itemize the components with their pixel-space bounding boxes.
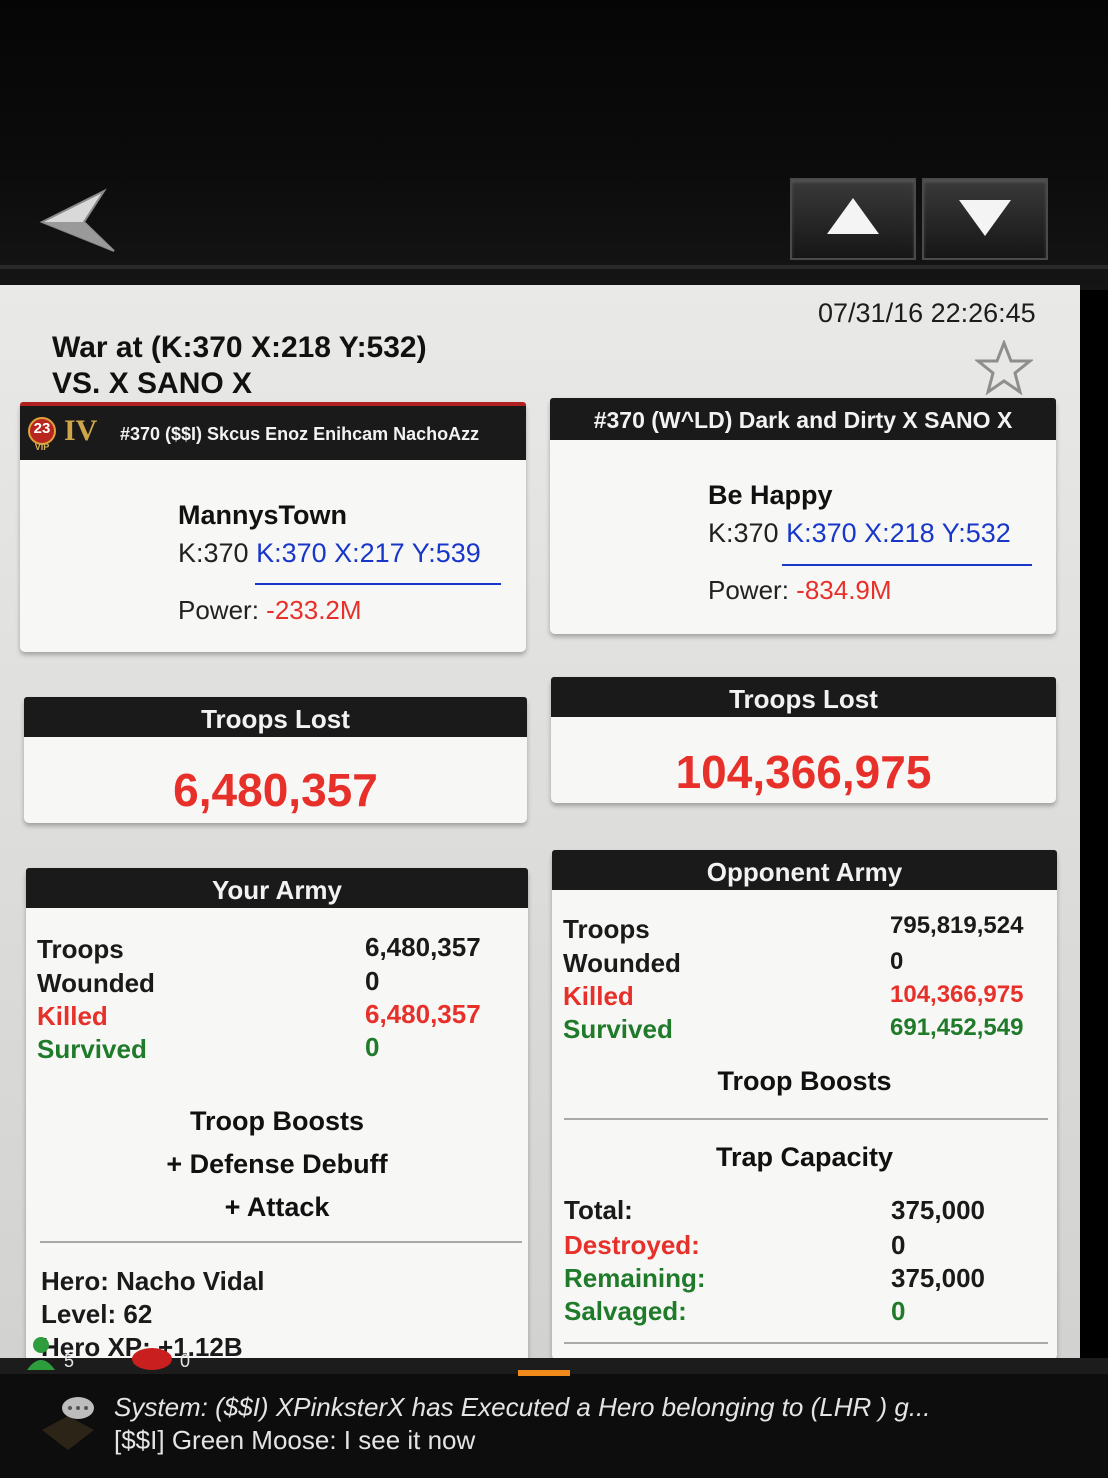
your-army-row-label: Troops <box>37 934 124 964</box>
war-opponent: VS. X SANO X <box>52 367 253 400</box>
opponent-army-header: Opponent Army <box>552 850 1057 890</box>
opponent-army-row-label: Survived <box>563 1014 673 1044</box>
opponent-troops-lost-card: Troops Lost 104,366,975 <box>551 677 1056 803</box>
vip-level: 23 <box>33 420 51 437</box>
your-army-row-label: Survived <box>37 1034 147 1064</box>
trap-row-label: Remaining: <box>564 1263 706 1293</box>
player-power-label: Power: <box>178 595 259 625</box>
opponent-army-row-value: 104,366,975 <box>890 981 1024 1008</box>
player-kingdom: K:370 <box>178 538 249 568</box>
trap-row-label: Destroyed: <box>564 1230 700 1260</box>
opponent-power-value: -834.9M <box>796 575 892 605</box>
chat-message-system: System: ($$I) XPinksterX has Executed a … <box>114 1392 931 1422</box>
opponent-army-boosts-title: Troop Boosts <box>717 1066 892 1096</box>
trap-row-value: 375,000 <box>891 1195 985 1225</box>
hero-name: Hero: Nacho Vidal <box>41 1266 265 1296</box>
next-report-button[interactable] <box>922 178 1048 260</box>
divider <box>0 265 1108 269</box>
back-button[interactable] <box>38 185 118 255</box>
trap-row-label: Salvaged: <box>564 1296 687 1326</box>
boost-item: + Attack <box>224 1192 330 1222</box>
rank-badge: IV <box>64 414 98 447</box>
player-coords-underline <box>255 583 501 585</box>
opponent-coords-line: K:370 K:370 X:218 Y:532 <box>708 518 1011 549</box>
your-army-row-value: 6,480,357 <box>365 999 481 1029</box>
player-city: MannysTown <box>178 500 348 530</box>
player-troops-lost-label: Troops Lost <box>201 704 350 734</box>
opponent-army-row-value: 0 <box>890 948 904 975</box>
chat-message: [$$I] Green Moose: I see it now <box>114 1425 476 1455</box>
opponent-army-title: Opponent Army <box>706 857 903 887</box>
your-army-row-value: 0 <box>365 966 380 996</box>
player-coords-line: K:370 K:370 X:217 Y:539 <box>178 538 481 569</box>
divider <box>40 1241 522 1243</box>
trap-row-value: 375,000 <box>891 1263 985 1293</box>
vip-badge-icon: 23 VIP <box>27 416 57 452</box>
player-header: 23 VIP IV #370 ($$I) Skcus Enoz Enihcam … <box>20 402 526 460</box>
player-troops-lost-header: Troops Lost <box>24 697 527 737</box>
star-icon <box>973 338 1035 396</box>
opponent-coords-underline <box>782 564 1032 566</box>
divider <box>564 1118 1048 1120</box>
your-army-header: Your Army <box>26 868 528 908</box>
green-status-icon <box>26 1336 56 1372</box>
opponent-power: Power: -834.9M <box>708 575 892 606</box>
boost-item: + Defense Debuff <box>166 1149 388 1179</box>
opponent-name: #370 (W^LD) Dark and Dirty X SANO X <box>593 407 1013 433</box>
hero-level: Level: 62 <box>41 1299 153 1329</box>
your-army-row-value: 6,480,357 <box>365 932 481 962</box>
red-count: 0 <box>180 1351 191 1371</box>
divider <box>564 1342 1048 1344</box>
opponent-army-row-value: 691,452,549 <box>890 1014 1024 1041</box>
player-power-value: -233.2M <box>266 595 362 625</box>
opponent-army-row-value: 795,819,524 <box>890 912 1024 939</box>
opponent-power-label: Power: <box>708 575 789 605</box>
vip-label: VIP <box>34 442 50 452</box>
your-army-row-label: Wounded <box>37 968 155 998</box>
your-army-boosts-title: Troop Boosts <box>190 1106 364 1136</box>
your-army-row-value: 0 <box>365 1032 380 1062</box>
trap-row-value: 0 <box>891 1230 906 1260</box>
player-name: #370 ($$I) Skcus Enoz Enihcam NachoAzz <box>120 424 480 444</box>
back-arrow-icon <box>39 188 115 252</box>
green-count: 5 <box>64 1351 75 1371</box>
up-arrow-icon <box>827 198 879 234</box>
your-army-row-label: Killed <box>37 1001 108 1031</box>
favorite-star-button[interactable] <box>973 338 1035 401</box>
opponent-army-row-label: Troops <box>563 914 650 944</box>
opponent-army-row-label: Wounded <box>563 948 681 978</box>
your-army-title: Your Army <box>211 875 343 905</box>
opponent-info-card: #370 (W^LD) Dark and Dirty X SANO X Be H… <box>550 398 1056 634</box>
opponent-army-row-label: Killed <box>563 981 634 1011</box>
down-arrow-icon <box>959 200 1011 236</box>
report-title: War at (K:370 X:218 Y:532) VS. X SANO X <box>52 330 427 402</box>
your-army-card: Your Army Troops 6,480,357 Wounded 0 Kil… <box>26 868 528 1368</box>
player-info-card: 23 VIP IV #370 ($$I) Skcus Enoz Enihcam … <box>20 402 526 652</box>
player-troops-lost-card: Troops Lost 6,480,357 <box>24 697 527 823</box>
trap-capacity-title: Trap Capacity <box>715 1142 894 1172</box>
opponent-coords-link[interactable]: K:370 X:218 Y:532 <box>786 518 1011 548</box>
player-power: Power: -233.2M <box>178 595 362 626</box>
chat-bubble-icon[interactable] <box>36 1394 100 1454</box>
opponent-troops-lost-header: Troops Lost <box>551 677 1056 717</box>
opponent-kingdom: K:370 <box>708 518 779 548</box>
previous-report-button[interactable] <box>790 178 916 260</box>
opponent-troops-lost-value: 104,366,975 <box>675 746 932 798</box>
opponent-troops-lost-label: Troops Lost <box>729 684 878 714</box>
opponent-army-card: Opponent Army Troops 795,819,524 Wounded… <box>552 850 1057 1360</box>
war-location: War at (K:370 X:218 Y:532) <box>52 331 427 364</box>
trap-row-label: Total: <box>564 1195 633 1225</box>
player-troops-lost-value: 6,480,357 <box>173 764 378 816</box>
opponent-city: Be Happy <box>708 480 833 510</box>
report-timestamp: 07/31/16 22:26:45 <box>818 298 1036 328</box>
chat-tab-indicator <box>518 1370 570 1376</box>
opponent-header: #370 (W^LD) Dark and Dirty X SANO X <box>550 398 1056 440</box>
red-status-icon <box>130 1346 174 1372</box>
player-coords-link[interactable]: K:370 X:217 Y:539 <box>256 538 481 568</box>
trap-row-value: 0 <box>891 1296 906 1326</box>
